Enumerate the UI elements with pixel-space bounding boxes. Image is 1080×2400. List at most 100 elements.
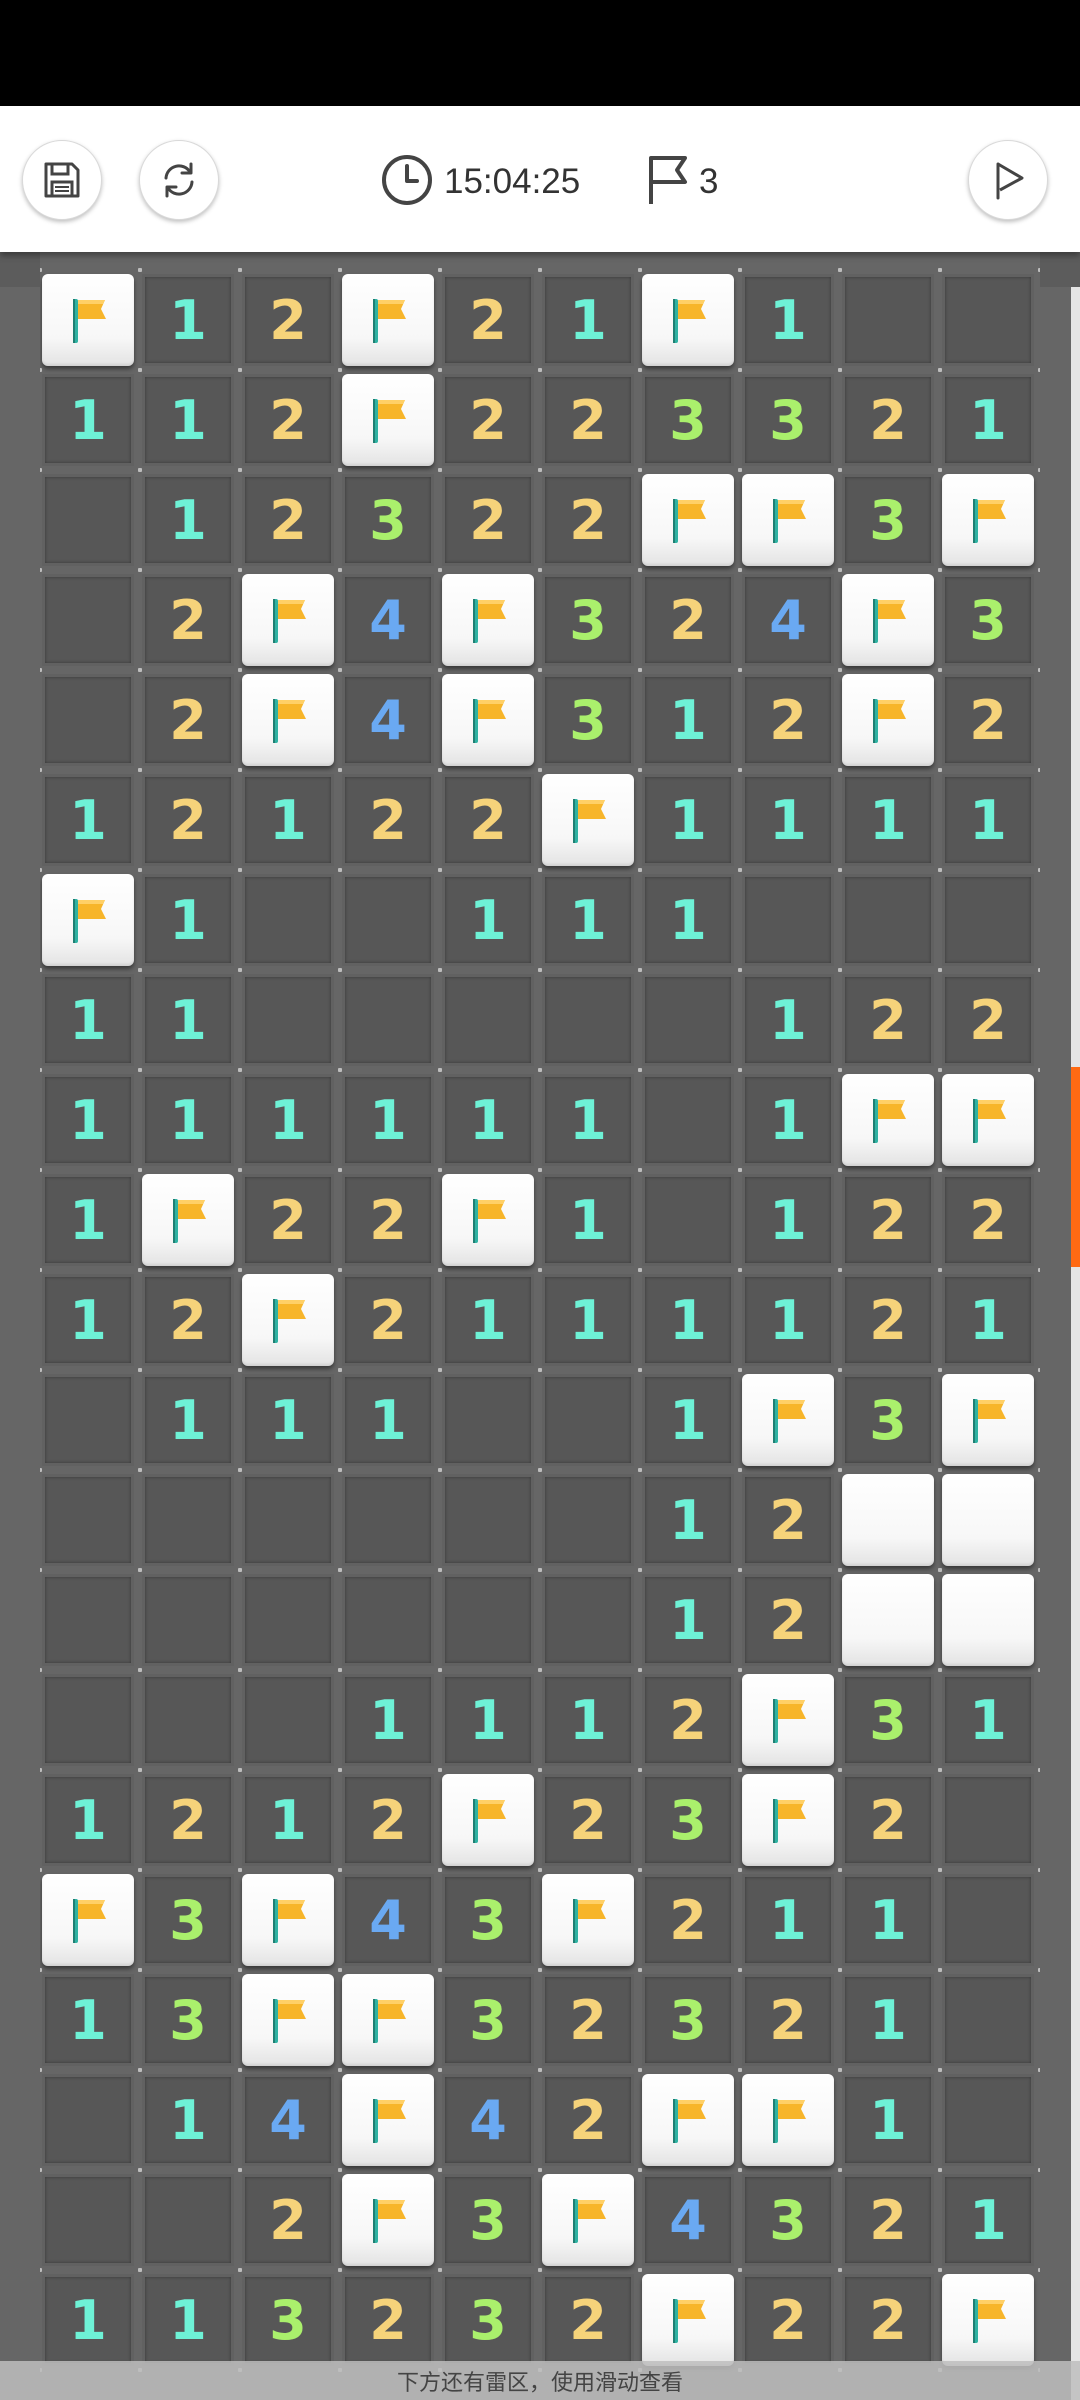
number-cell[interactable]: 1 [242, 1074, 334, 1166]
flagged-cell[interactable] [142, 1174, 234, 1266]
number-cell[interactable]: 1 [242, 1374, 334, 1466]
empty-cell[interactable] [742, 874, 834, 966]
empty-cell[interactable] [442, 1374, 534, 1466]
empty-cell[interactable] [242, 1574, 334, 1666]
empty-cell[interactable] [42, 2174, 134, 2266]
flagged-cell[interactable] [342, 274, 434, 366]
number-cell[interactable]: 1 [42, 974, 134, 1066]
number-cell[interactable]: 1 [442, 1674, 534, 1766]
number-cell[interactable]: 2 [142, 674, 234, 766]
empty-cell[interactable] [42, 1674, 134, 1766]
empty-cell[interactable] [242, 974, 334, 1066]
number-cell[interactable]: 2 [742, 1974, 834, 2066]
empty-cell[interactable] [42, 1574, 134, 1666]
number-cell[interactable]: 1 [42, 374, 134, 466]
flagged-cell[interactable] [942, 1074, 1034, 1166]
number-cell[interactable]: 1 [742, 774, 834, 866]
number-cell[interactable]: 3 [442, 2274, 534, 2366]
number-cell[interactable]: 2 [542, 474, 634, 566]
scrollbar-thumb[interactable] [1071, 1067, 1080, 1267]
number-cell[interactable]: 1 [42, 2274, 134, 2366]
number-cell[interactable]: 2 [742, 2274, 834, 2366]
number-cell[interactable]: 1 [942, 774, 1034, 866]
empty-cell[interactable] [642, 974, 734, 1066]
empty-cell[interactable] [942, 1874, 1034, 1966]
number-cell[interactable]: 2 [242, 274, 334, 366]
number-cell[interactable]: 2 [942, 974, 1034, 1066]
empty-cell[interactable] [542, 1374, 634, 1466]
number-cell[interactable]: 2 [842, 1774, 934, 1866]
number-cell[interactable]: 1 [742, 1874, 834, 1966]
empty-cell[interactable] [42, 674, 134, 766]
number-cell[interactable]: 1 [742, 1074, 834, 1166]
number-cell[interactable]: 2 [442, 274, 534, 366]
number-cell[interactable]: 2 [142, 1774, 234, 1866]
flagged-cell[interactable] [242, 1974, 334, 2066]
empty-cell[interactable] [342, 974, 434, 1066]
flagged-cell[interactable] [442, 1774, 534, 1866]
number-cell[interactable]: 2 [442, 774, 534, 866]
number-cell[interactable]: 1 [742, 274, 834, 366]
number-cell[interactable]: 3 [242, 2274, 334, 2366]
flagged-cell[interactable] [342, 1974, 434, 2066]
number-cell[interactable]: 1 [42, 1274, 134, 1366]
number-cell[interactable]: 1 [142, 1074, 234, 1166]
flag-mode-button[interactable] [968, 140, 1048, 220]
number-cell[interactable]: 2 [742, 1474, 834, 1566]
number-cell[interactable]: 4 [642, 2174, 734, 2266]
empty-cell[interactable] [942, 874, 1034, 966]
number-cell[interactable]: 1 [742, 1174, 834, 1266]
number-cell[interactable]: 1 [42, 1074, 134, 1166]
number-cell[interactable]: 1 [42, 1774, 134, 1866]
empty-cell[interactable] [942, 274, 1034, 366]
empty-cell[interactable] [542, 1474, 634, 1566]
empty-cell[interactable] [242, 874, 334, 966]
scrollbar-track[interactable] [1071, 287, 1080, 2400]
flagged-cell[interactable] [942, 1374, 1034, 1466]
number-cell[interactable]: 2 [242, 474, 334, 566]
flagged-cell[interactable] [642, 274, 734, 366]
empty-cell[interactable] [42, 2074, 134, 2166]
number-cell[interactable]: 1 [442, 874, 534, 966]
number-cell[interactable]: 1 [642, 1474, 734, 1566]
empty-cell[interactable] [542, 1574, 634, 1666]
number-cell[interactable]: 3 [642, 374, 734, 466]
empty-cell[interactable] [442, 1574, 534, 1666]
covered-cell[interactable] [842, 1574, 934, 1666]
number-cell[interactable]: 1 [142, 474, 234, 566]
flagged-cell[interactable] [942, 474, 1034, 566]
covered-cell[interactable] [942, 1474, 1034, 1566]
covered-cell[interactable] [842, 1474, 934, 1566]
number-cell[interactable]: 4 [342, 1874, 434, 1966]
number-cell[interactable]: 1 [342, 1074, 434, 1166]
empty-cell[interactable] [942, 1974, 1034, 2066]
flagged-cell[interactable] [342, 374, 434, 466]
number-cell[interactable]: 1 [142, 2074, 234, 2166]
flagged-cell[interactable] [42, 274, 134, 366]
number-cell[interactable]: 1 [942, 1274, 1034, 1366]
empty-cell[interactable] [542, 974, 634, 1066]
number-cell[interactable]: 2 [942, 674, 1034, 766]
number-cell[interactable]: 3 [442, 2174, 534, 2266]
empty-cell[interactable] [342, 1474, 434, 1566]
flagged-cell[interactable] [342, 2074, 434, 2166]
number-cell[interactable]: 1 [642, 674, 734, 766]
empty-cell[interactable] [142, 1474, 234, 1566]
number-cell[interactable]: 3 [342, 474, 434, 566]
number-cell[interactable]: 2 [442, 474, 534, 566]
empty-cell[interactable] [642, 1174, 734, 1266]
flagged-cell[interactable] [442, 674, 534, 766]
number-cell[interactable]: 1 [142, 874, 234, 966]
save-button[interactable] [22, 140, 102, 220]
number-cell[interactable]: 2 [742, 674, 834, 766]
number-cell[interactable]: 2 [842, 374, 934, 466]
number-cell[interactable]: 1 [942, 2174, 1034, 2266]
number-cell[interactable]: 1 [442, 1074, 534, 1166]
number-cell[interactable]: 1 [142, 1374, 234, 1466]
number-cell[interactable]: 1 [742, 1274, 834, 1366]
empty-cell[interactable] [942, 2074, 1034, 2166]
number-cell[interactable]: 3 [842, 474, 934, 566]
number-cell[interactable]: 1 [942, 374, 1034, 466]
number-cell[interactable]: 4 [342, 674, 434, 766]
number-cell[interactable]: 3 [742, 2174, 834, 2266]
